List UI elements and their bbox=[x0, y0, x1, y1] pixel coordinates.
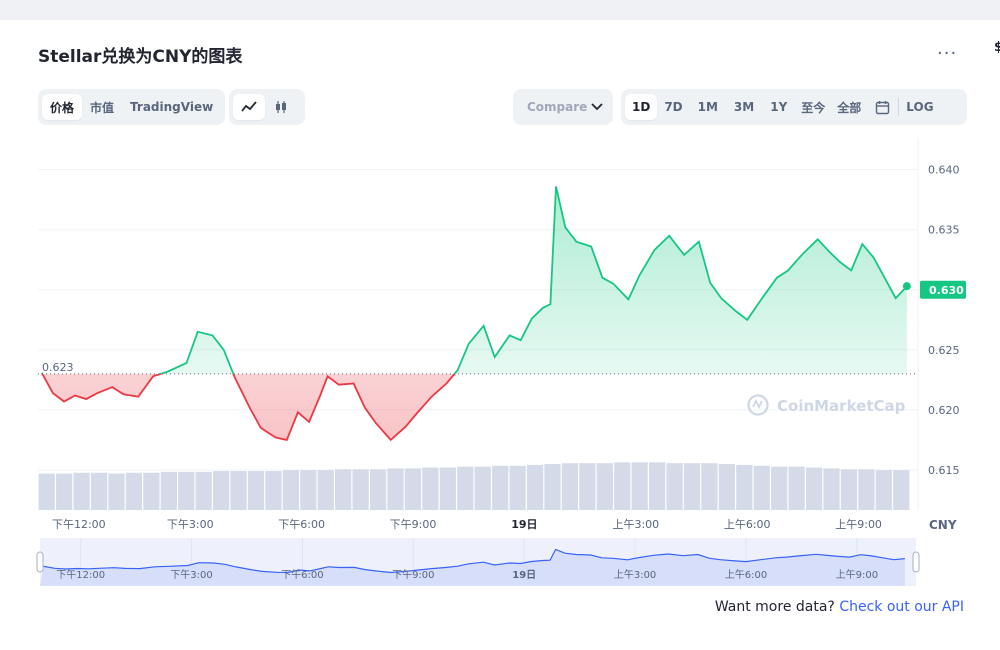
volume-bar bbox=[90, 472, 108, 510]
x-tick-label: 下午3:00 bbox=[167, 518, 214, 531]
price-chart[interactable]: CoinMarketCap 0.640 0.635 0.630 0.625 0.620 0… bbox=[0, 20, 1000, 600]
volume-bar bbox=[143, 472, 160, 510]
currency-label: CNY bbox=[929, 518, 957, 532]
volume-bar bbox=[893, 470, 910, 510]
volume-bar bbox=[875, 470, 892, 510]
x-tick-label: 19日 bbox=[511, 518, 537, 531]
volume-bar bbox=[230, 471, 247, 510]
volume-bar bbox=[509, 465, 526, 510]
volume-bar bbox=[369, 469, 387, 510]
current-price-dot bbox=[902, 282, 911, 291]
navigator-tick-label: 上午6:00 bbox=[725, 568, 767, 581]
volume-bar bbox=[213, 471, 230, 510]
navigator-tick-label: 下午12:00 bbox=[56, 568, 105, 581]
volume-bar bbox=[352, 469, 369, 510]
watermark-text: CoinMarketCap bbox=[777, 397, 906, 415]
x-tick-label: 上午6:00 bbox=[724, 518, 771, 531]
volume-bar bbox=[561, 463, 579, 510]
volume-bar bbox=[614, 462, 631, 510]
x-tick-label: 下午12:00 bbox=[52, 518, 106, 531]
volume-bar bbox=[840, 469, 858, 510]
volume-bar bbox=[736, 464, 753, 510]
volume-bar bbox=[108, 473, 125, 510]
y-tick-label: 0.625 bbox=[928, 344, 960, 357]
chart-card: Stellar兑换为CNY的图表 ... $ 价格 市值 TradingView… bbox=[0, 20, 1000, 650]
volume-bar bbox=[439, 467, 456, 510]
volume-bar bbox=[771, 466, 788, 510]
volume-bar bbox=[579, 463, 596, 510]
footer-text: Want more data? bbox=[714, 599, 835, 615]
y-tick-label: 0.640 bbox=[928, 164, 960, 177]
navigator-tick-label: 下午9:00 bbox=[392, 568, 434, 581]
volume-bar bbox=[858, 469, 875, 510]
volume-bar bbox=[160, 471, 177, 510]
volume-bar bbox=[788, 466, 805, 510]
volume-bar bbox=[73, 472, 90, 510]
navigator-tick-label: 下午3:00 bbox=[170, 568, 212, 581]
volume-bar bbox=[631, 462, 648, 510]
x-tick-label: 上午9:00 bbox=[835, 518, 882, 531]
volume-bar bbox=[666, 463, 683, 510]
navigator-tick-label: 19日 bbox=[512, 569, 536, 581]
footer: Want more data? Check out our API bbox=[715, 599, 964, 615]
navigator-tick-label: 下午6:00 bbox=[281, 568, 323, 581]
navigator-tick-label: 上午3:00 bbox=[614, 568, 656, 581]
volume-bar bbox=[474, 466, 491, 510]
volume-bar bbox=[247, 471, 265, 510]
volume-bar bbox=[596, 463, 613, 510]
navigator-handle-right[interactable] bbox=[912, 551, 920, 573]
volume-bar bbox=[282, 470, 299, 510]
volume-bar bbox=[265, 471, 282, 510]
y-tick-label: 0.620 bbox=[928, 404, 960, 417]
x-tick-label: 下午6:00 bbox=[278, 518, 325, 531]
volume-bar bbox=[56, 473, 73, 510]
volume-bar bbox=[387, 468, 404, 510]
volume-bar bbox=[701, 463, 718, 510]
current-price-label: 0.630 bbox=[929, 284, 964, 297]
volume-bar bbox=[404, 468, 422, 510]
y-tick-label: 0.635 bbox=[928, 224, 960, 237]
api-link[interactable]: Check out our API bbox=[839, 599, 964, 615]
volume-bar bbox=[718, 464, 735, 510]
volume-bar bbox=[823, 468, 840, 510]
x-tick-label: 上午3:00 bbox=[612, 518, 659, 531]
volume-bar bbox=[300, 470, 317, 510]
x-tick-label: 下午9:00 bbox=[390, 518, 437, 531]
volume-bar bbox=[492, 465, 509, 510]
volume-bar bbox=[317, 470, 334, 510]
volume-bar bbox=[805, 467, 823, 510]
volume-bar bbox=[38, 473, 55, 510]
volume-bar bbox=[753, 465, 770, 510]
navigator-handle-left[interactable] bbox=[36, 551, 44, 573]
reference-label: 0.623 bbox=[42, 361, 74, 374]
volume-bar bbox=[335, 469, 352, 510]
volume-bar bbox=[683, 463, 701, 510]
y-tick-label: 0.615 bbox=[928, 464, 960, 477]
volume-bar bbox=[125, 472, 143, 510]
volume-bar bbox=[649, 462, 666, 510]
navigator-tick-label: 上午9:00 bbox=[836, 568, 878, 581]
volume-bar bbox=[422, 467, 439, 510]
volume-bar bbox=[195, 471, 212, 510]
volume-bar bbox=[544, 464, 561, 510]
volume-bar bbox=[526, 464, 544, 510]
watermark: CoinMarketCap bbox=[747, 394, 906, 416]
volume-bar bbox=[178, 471, 195, 510]
volume-bar bbox=[457, 466, 474, 510]
